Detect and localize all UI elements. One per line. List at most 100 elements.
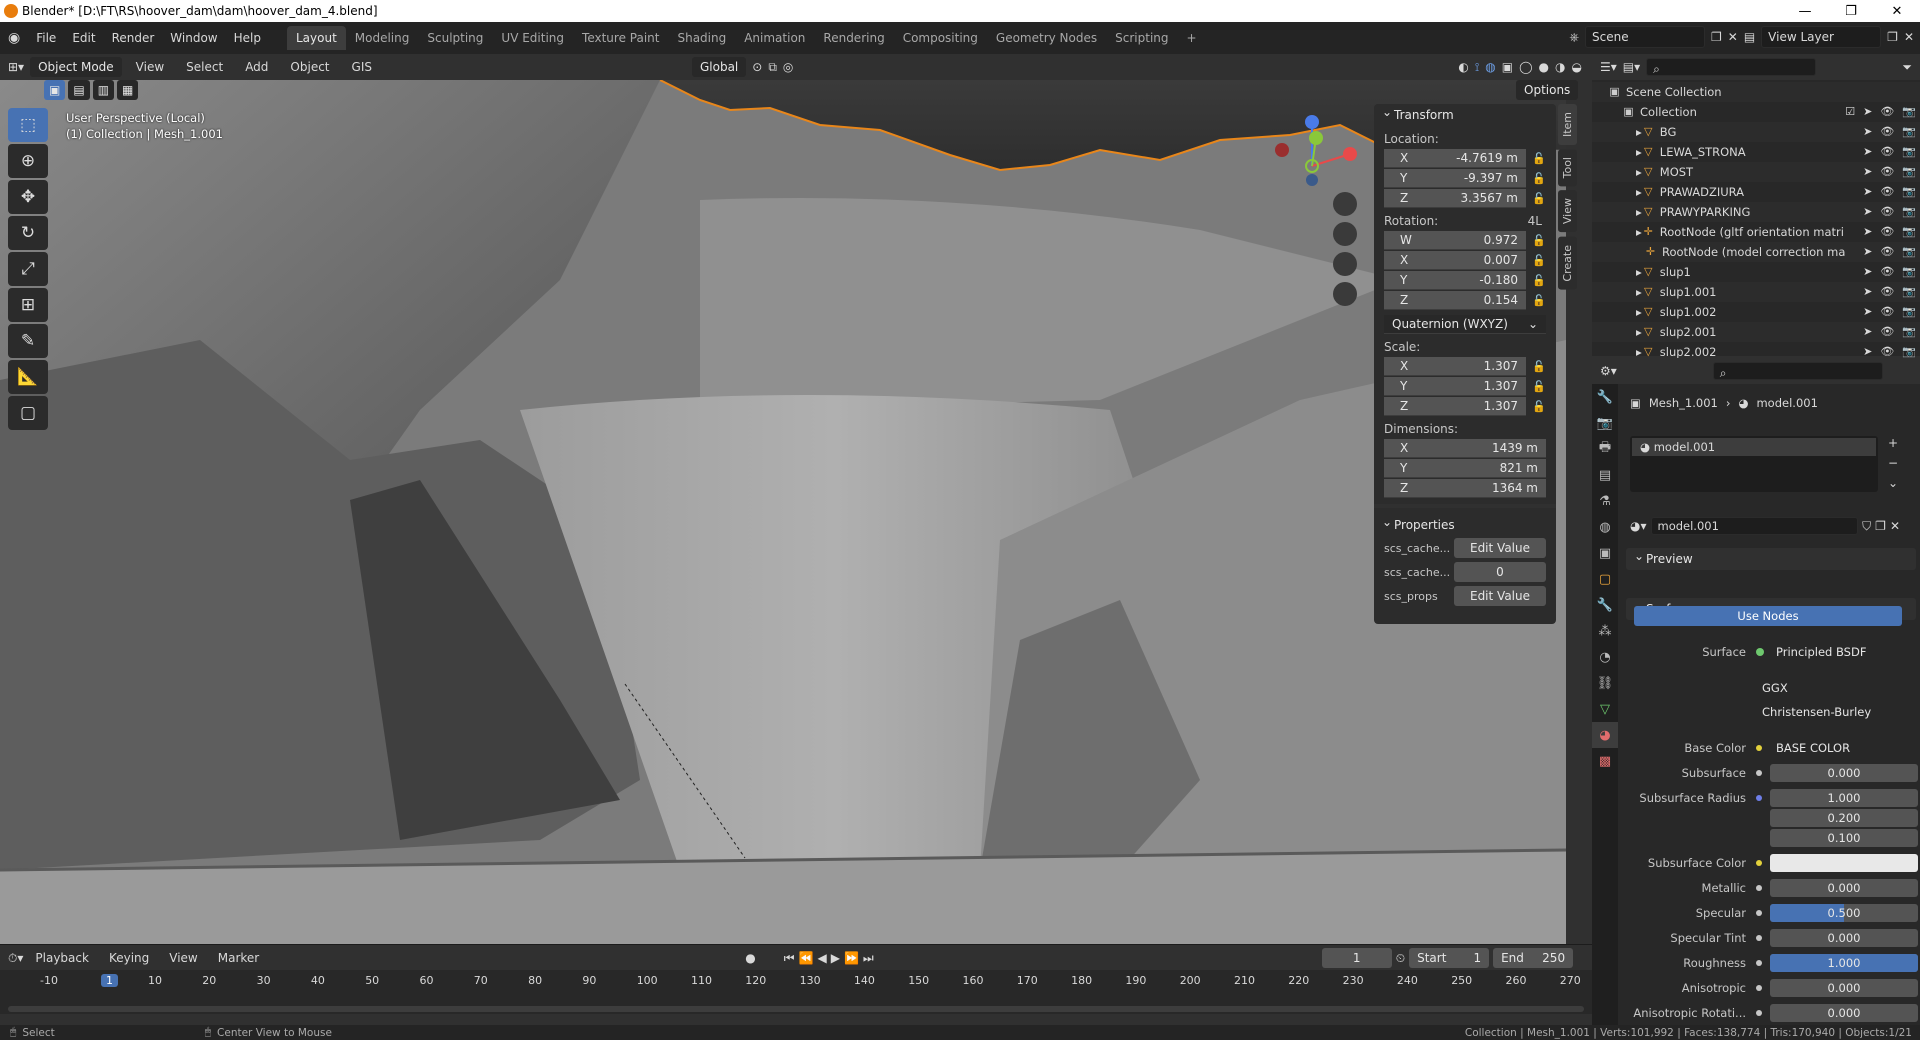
lock-icon[interactable]: 🔓	[1526, 274, 1546, 287]
tab-scripting[interactable]: Scripting	[1106, 26, 1177, 50]
select-arrow-icon[interactable]: ➤	[1863, 242, 1872, 262]
proportional-icon[interactable]: ◎	[783, 60, 793, 74]
maximize-button[interactable]: ❐	[1828, 0, 1874, 22]
eye-icon[interactable]: 👁	[1880, 202, 1894, 222]
dimensions-z-field[interactable]: Z 1364 m	[1384, 478, 1546, 498]
shader-input-field[interactable]: 0.000	[1770, 764, 1918, 782]
duplicate-icon[interactable]: ❐	[1875, 519, 1886, 533]
shader-input-field[interactable]: 0.500	[1770, 904, 1918, 922]
surface-shader-field[interactable]: Principled BSDF	[1770, 643, 1918, 661]
lock-icon[interactable]: 🔓	[1526, 294, 1546, 307]
socket-icon[interactable]	[1756, 745, 1762, 751]
view-layer-field[interactable]: View Layer	[1761, 26, 1882, 48]
material-name-field[interactable]: model.001	[1650, 517, 1859, 535]
edit-value-button[interactable]: Edit Value	[1454, 538, 1546, 558]
particles-tab-icon[interactable]: ⁂	[1592, 618, 1618, 644]
lock-icon[interactable]: 🔓	[1526, 400, 1546, 413]
camera-icon[interactable]: 📷	[1902, 122, 1916, 142]
lock-icon[interactable]: 🔓	[1526, 172, 1546, 185]
view-layer-tab-icon[interactable]: ▤	[1592, 462, 1618, 488]
edit-value-button[interactable]: Edit Value	[1454, 586, 1546, 606]
select-invert-icon[interactable]: ▦	[117, 80, 139, 100]
filter-icon[interactable]: ⏷	[1902, 60, 1920, 75]
minimize-button[interactable]: —	[1782, 0, 1828, 22]
start-frame-field[interactable]: Start 1	[1409, 948, 1490, 968]
properties-search-input[interactable]: ⌕	[1712, 362, 1883, 380]
list-item[interactable]: ▸ ▽ BG ➤ 👁 📷	[1592, 122, 1920, 142]
view-layer-icon[interactable]: ▤	[1744, 30, 1755, 44]
delete-view-layer-icon[interactable]: ✕	[1904, 30, 1920, 44]
camera-icon[interactable]: 📷	[1902, 242, 1916, 262]
object-tab-icon[interactable]: ▢	[1592, 566, 1618, 592]
select-arrow-icon[interactable]: ➤	[1863, 122, 1872, 142]
annotate-tool-icon[interactable]: ✎	[8, 324, 48, 358]
material-browse-icon[interactable]: ◕▾	[1630, 519, 1647, 533]
camera-icon[interactable]: 📷	[1902, 222, 1916, 242]
eye-icon[interactable]: 👁	[1880, 102, 1894, 122]
camera-icon[interactable]: 📷	[1902, 322, 1916, 342]
list-item[interactable]: ▸ ▽ MOST ➤ 👁 📷	[1592, 162, 1920, 182]
menu-object[interactable]: Object	[282, 56, 337, 78]
measure-tool-icon[interactable]: 📐	[8, 360, 48, 394]
orientation-dropdown[interactable]: Global	[691, 57, 747, 77]
gizmo-x-axis[interactable]	[1343, 147, 1357, 161]
display-mode-icon[interactable]: ▤▾	[1623, 60, 1640, 74]
eye-icon[interactable]: 👁	[1880, 322, 1894, 342]
tool-tab-icon[interactable]: 🔧	[1592, 384, 1618, 410]
unlink-icon[interactable]: ✕	[1890, 519, 1900, 533]
list-item[interactable]: ▸ ✛ RootNode (gltf orientation matri ➤ 👁 📷	[1592, 222, 1920, 242]
tab-item[interactable]: Item	[1558, 104, 1577, 146]
constraints-tab-icon[interactable]: ⛓	[1592, 670, 1618, 696]
checkbox-icon[interactable]: ☑	[1845, 102, 1855, 122]
menu-select[interactable]: Select	[178, 56, 231, 78]
socket-icon[interactable]	[1756, 910, 1762, 916]
scene-tab-icon[interactable]: ⚗	[1592, 488, 1618, 514]
end-frame-field[interactable]: End 250	[1493, 948, 1574, 968]
overlay-icon[interactable]: ◍	[1485, 60, 1495, 74]
tab-create[interactable]: Create	[1558, 236, 1577, 290]
socket-icon[interactable]	[1756, 985, 1762, 991]
list-item[interactable]: ▸ ▽ slup1.001 ➤ 👁 📷	[1592, 282, 1920, 302]
scale-z-field[interactable]: Z 1.307	[1384, 396, 1526, 416]
options-button[interactable]: Options	[1516, 80, 1579, 100]
scene-icon[interactable]: ⎈	[1569, 30, 1579, 45]
camera-icon[interactable]: 📷	[1902, 202, 1916, 222]
rotation-w-field[interactable]: W 0.972	[1384, 230, 1526, 250]
render-tab-icon[interactable]: 📷	[1592, 410, 1618, 436]
camera-icon[interactable]: 📷	[1902, 162, 1916, 182]
list-item[interactable]: ▸ ▽ slup1.002 ➤ 👁 📷	[1592, 302, 1920, 322]
select-new-icon[interactable]: ▣	[44, 80, 66, 100]
blender-menu-icon[interactable]: ◉	[0, 27, 28, 49]
outliner-search-input[interactable]: ⌕	[1646, 58, 1817, 76]
lock-icon[interactable]: 🔓	[1526, 360, 1546, 373]
list-item[interactable]: ▣ Scene Collection	[1592, 82, 1920, 102]
rotation-y-field[interactable]: Y -0.180	[1384, 270, 1526, 290]
clock-icon[interactable]: ⏲	[1396, 951, 1405, 966]
tab-shading[interactable]: Shading	[668, 26, 735, 50]
eye-icon[interactable]: 👁	[1880, 142, 1894, 162]
location-x-field[interactable]: X -4.7619 m	[1384, 148, 1526, 168]
move-tool-icon[interactable]: ✥	[8, 180, 48, 214]
properties-editor-icon[interactable]: ⚙▾	[1600, 364, 1617, 378]
shader-input-field[interactable]	[1770, 854, 1918, 872]
add-workspace-button[interactable]: +	[1178, 26, 1206, 50]
add-cube-tool-icon[interactable]: ▢	[8, 396, 48, 430]
select-arrow-icon[interactable]: ➤	[1863, 182, 1872, 202]
menu-edit[interactable]: Edit	[64, 27, 103, 49]
camera-view-icon[interactable]	[1333, 252, 1357, 276]
close-button[interactable]: ✕	[1874, 0, 1920, 22]
rotation-z-field[interactable]: Z 0.154	[1384, 290, 1526, 310]
timeline-editor-icon[interactable]: ⏱▾	[8, 951, 23, 966]
tab-modeling[interactable]: Modeling	[346, 26, 419, 50]
camera-icon[interactable]: 📷	[1902, 262, 1916, 282]
menu-add[interactable]: Add	[237, 56, 276, 78]
lock-icon[interactable]: 🔓	[1526, 152, 1546, 165]
gizmo-icon[interactable]: ⟟	[1475, 60, 1479, 75]
list-item[interactable]: ▸ ▽ PRAWADZIURA ➤ 👁 📷	[1592, 182, 1920, 202]
shader-input-field[interactable]: 1.000	[1770, 789, 1918, 807]
texture-tab-icon[interactable]: ▩	[1592, 748, 1618, 774]
gizmo-z-axis[interactable]	[1305, 115, 1319, 129]
tab-texture-paint[interactable]: Texture Paint	[573, 26, 668, 50]
current-frame-marker[interactable]: 1	[101, 974, 118, 987]
jump-start-icon[interactable]: ⏮	[784, 951, 795, 966]
